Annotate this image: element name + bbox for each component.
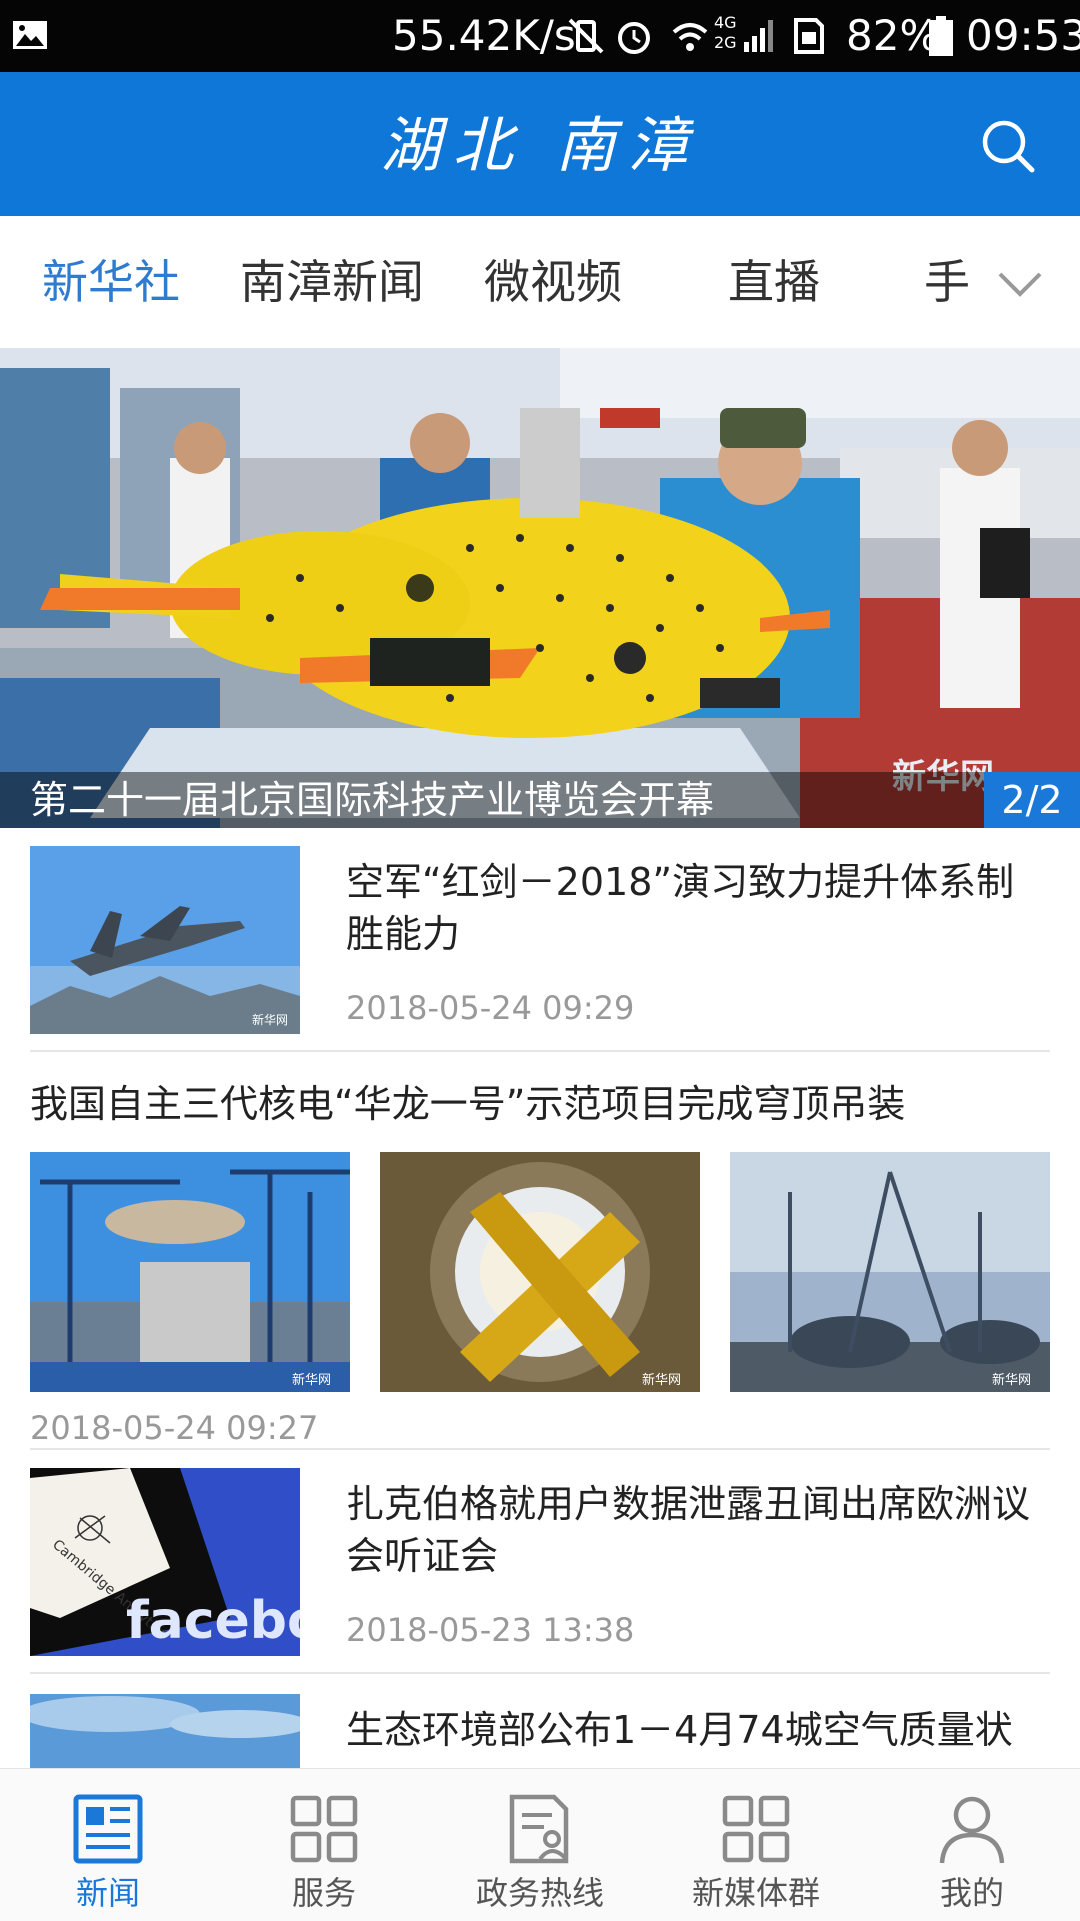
nav-services[interactable]: 服务 — [216, 1769, 432, 1921]
news-thumbnail: 新华网 — [380, 1152, 700, 1392]
news-title[interactable]: 生态环境部公布1－4月74城空气质量状 — [346, 1704, 1046, 1756]
app-title: 湖北 南漳 — [380, 111, 700, 181]
banner-caption[interactable]: 第二十一届北京国际科技产业博览会开幕 — [30, 776, 714, 824]
nav-label: 我的 — [939, 1874, 1004, 1912]
banner-page-indicator: 2/2 — [984, 772, 1080, 828]
svg-text:新华网: 新华网 — [992, 1372, 1031, 1388]
news-title[interactable]: 我国自主三代核电“华龙一号”示范项目完成穹顶吊装 — [30, 1078, 1050, 1130]
news-date: 2018-05-24 09:29 — [346, 989, 635, 1027]
news-icon — [73, 1794, 143, 1864]
tab-mobile[interactable]: 手 — [924, 254, 970, 310]
divider — [30, 1050, 1050, 1052]
svg-text:faceboo: faceboo — [126, 1591, 300, 1651]
news-item-air-quality[interactable]: 生态环境部公布1－4月74城空气质量状 — [0, 1676, 1080, 1768]
signal-badge-top: 4G — [714, 13, 737, 32]
news-thumbnail: 新华网 — [30, 846, 300, 1034]
search-icon[interactable] — [978, 116, 1038, 176]
nav-label: 新媒体群 — [691, 1874, 820, 1912]
news-date: 2018-05-24 09:27 — [30, 1409, 319, 1447]
news-date: 2018-05-23 13:38 — [346, 1611, 635, 1649]
news-thumbnail: 新华网 — [30, 1152, 350, 1392]
tab-micro-video[interactable]: 微视频 — [484, 254, 622, 310]
banner-image: 新华网 — [0, 348, 1080, 828]
news-title[interactable]: 空军“红剑－2018”演习致力提升体系制胜能力 — [346, 856, 1046, 960]
battery-icon — [929, 16, 953, 56]
grid-icon — [722, 1795, 790, 1863]
nav-label: 服务 — [291, 1874, 356, 1912]
news-thumbnail: 新华网 — [730, 1152, 1050, 1392]
nav-label: 新闻 — [75, 1874, 140, 1912]
banner-carousel[interactable]: 新华网 第二十一届北京国际科技产业博览会开幕 2/2 — [0, 348, 1080, 828]
divider — [30, 1672, 1050, 1674]
svg-text:新华网: 新华网 — [292, 1372, 331, 1388]
battery-percent: 82% — [846, 11, 940, 60]
news-item-hualong[interactable]: 我国自主三代核电“华龙一号”示范项目完成穹顶吊装 新华网 新华网 新华网 201… — [0, 1054, 1080, 1450]
vibrate-mute-icon — [568, 18, 604, 54]
svg-text:新华网: 新华网 — [642, 1372, 681, 1388]
signal-badge-bottom: 2G — [714, 33, 737, 52]
news-item-zuckerberg[interactable]: Cambridge Analytica faceboo 扎克伯格就用户数据泄露丑… — [0, 1450, 1080, 1676]
tab-xinhua[interactable]: 新华社 — [42, 254, 180, 310]
tab-live[interactable]: 直播 — [728, 254, 820, 310]
nav-new-media[interactable]: 新媒体群 — [648, 1769, 864, 1921]
news-thumbnail — [30, 1694, 300, 1768]
document-user-icon — [509, 1794, 569, 1864]
sim-card-icon — [794, 18, 824, 54]
clock: 09:53 — [966, 11, 1080, 60]
grid-icon — [290, 1795, 358, 1863]
wifi-icon — [672, 23, 708, 51]
alarm-icon — [618, 22, 650, 54]
cellular-signal-icon: 4G 2G — [714, 14, 778, 58]
nav-label: 政务热线 — [475, 1874, 604, 1912]
tab-nanzhang-news[interactable]: 南漳新闻 — [240, 254, 424, 310]
news-thumbnail: Cambridge Analytica faceboo — [30, 1468, 300, 1656]
nav-news[interactable]: 新闻 — [0, 1769, 216, 1921]
svg-text:新华网: 新华网 — [252, 1012, 288, 1027]
bottom-navigation: 新闻 服务 政务热线 新媒体群 我的 — [0, 1768, 1080, 1921]
status-bar: 55.42K/s 4G 2G 82% 09:53 — [0, 0, 1080, 72]
nav-mine[interactable]: 我的 — [864, 1769, 1080, 1921]
news-feed: 新华网 空军“红剑－2018”演习致力提升体系制胜能力 2018-05-24 0… — [0, 828, 1080, 1768]
gallery-icon — [13, 21, 47, 49]
chevron-down-icon[interactable] — [996, 264, 1044, 304]
app-header: 湖北 南漳 — [0, 72, 1080, 216]
user-icon — [939, 1796, 1005, 1864]
network-speed: 55.42K/s — [392, 11, 576, 60]
news-item-jet[interactable]: 新华网 空军“红剑－2018”演习致力提升体系制胜能力 2018-05-24 0… — [0, 828, 1080, 1054]
channel-tabs: 新华社 南漳新闻 微视频 直播 手 — [0, 216, 1080, 348]
nav-hotline[interactable]: 政务热线 — [432, 1769, 648, 1921]
news-title[interactable]: 扎克伯格就用户数据泄露丑闻出席欧洲议会听证会 — [346, 1478, 1046, 1582]
